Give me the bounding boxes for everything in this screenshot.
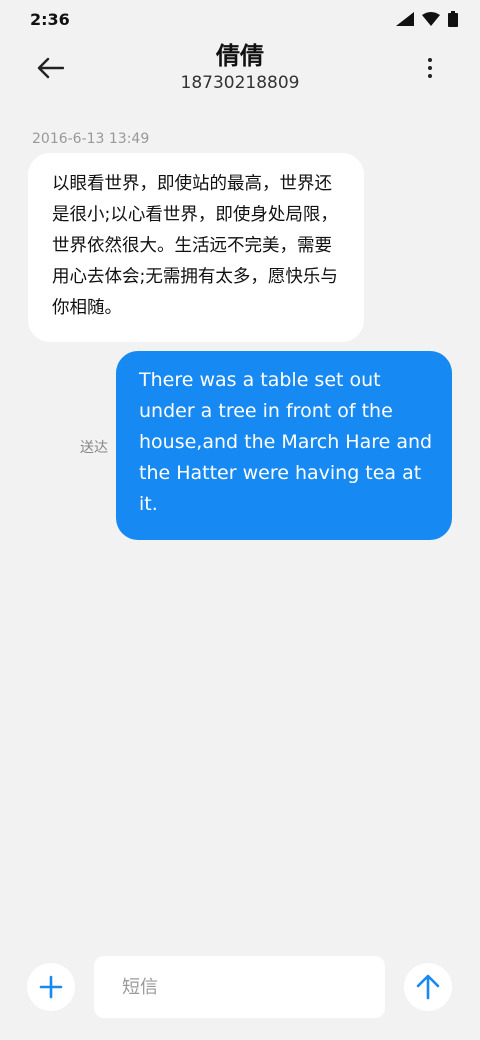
incoming-message-bubble[interactable]: 以眼看世界，即使站的最高，世界还是很小;以心看世界，即使身处局限，世界依然很大。… — [28, 153, 364, 342]
status-time: 2:36 — [30, 10, 70, 29]
contact-title: 倩倩 18730218809 — [90, 40, 390, 93]
contact-name: 倩倩 — [216, 42, 264, 70]
more-vertical-icon-dot — [428, 66, 432, 70]
more-vertical-icon-dot — [428, 74, 432, 78]
add-attachment-button[interactable] — [27, 963, 75, 1011]
back-button[interactable] — [32, 53, 68, 83]
more-options-button[interactable] — [418, 54, 442, 82]
plus-icon — [39, 975, 63, 999]
conversation-screen: 2:36 倩倩 18730218809 2016-6-13 13:49 以眼看世… — [0, 0, 480, 1040]
message-timestamp: 2016-6-13 13:49 — [32, 131, 150, 147]
battery-icon — [448, 11, 458, 27]
more-vertical-icon-dot — [428, 58, 432, 62]
send-arrow-icon — [416, 974, 440, 1000]
status-icons — [396, 11, 458, 27]
outgoing-message-bubble[interactable]: There was a table set out under a tree i… — [116, 351, 452, 540]
message-input[interactable] — [94, 956, 385, 1018]
delivery-status: 送达 — [80, 440, 108, 456]
conversation-header: 倩倩 18730218809 — [0, 40, 480, 100]
send-button[interactable] — [404, 963, 452, 1011]
signal-icon — [396, 12, 414, 26]
status-bar: 2:36 — [0, 0, 480, 40]
back-arrow-icon — [37, 57, 64, 79]
wifi-icon — [422, 12, 440, 26]
contact-number: 18730218809 — [180, 73, 300, 93]
